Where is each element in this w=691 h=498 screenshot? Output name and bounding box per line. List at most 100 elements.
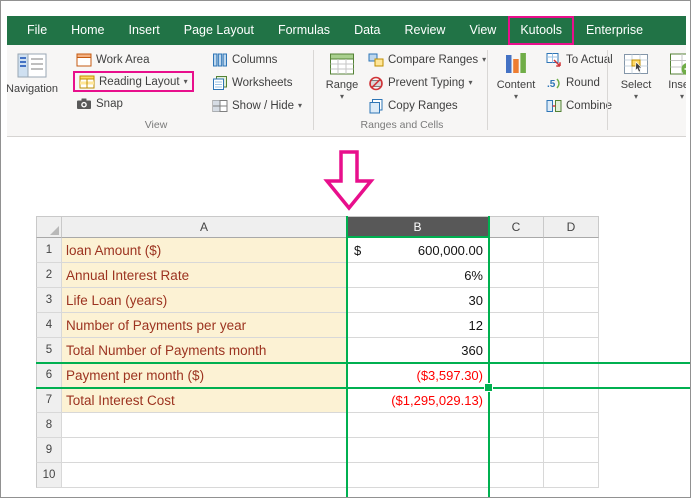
- ribbon-tabs: File Home Insert Page Layout Formulas Data Rev…: [7, 16, 686, 45]
- cell-B1[interactable]: $600,000.00: [347, 238, 489, 263]
- prevent-typing-button[interactable]: Prevent Typing ▾: [365, 71, 489, 94]
- row-header-5[interactable]: 5: [36, 338, 62, 363]
- combine-icon: [546, 98, 562, 114]
- column-header-D[interactable]: D: [544, 216, 599, 238]
- row-header-8[interactable]: 8: [36, 413, 62, 438]
- cell-D6[interactable]: [544, 363, 599, 388]
- cell-A8[interactable]: [62, 413, 347, 438]
- cell-D7[interactable]: [544, 388, 599, 413]
- round-button[interactable]: .5 Round: [543, 71, 616, 94]
- round-icon: .5: [546, 75, 562, 91]
- cell-A4[interactable]: Number of Payments per year: [62, 313, 347, 338]
- round-label: Round: [566, 76, 600, 89]
- range-icon: [329, 51, 355, 77]
- snap-button[interactable]: Snap: [73, 92, 194, 115]
- compare-ranges-button[interactable]: Compare Ranges ▾: [365, 48, 489, 71]
- tab-review[interactable]: Review: [392, 16, 457, 45]
- chevron-down-icon: ▾: [633, 92, 638, 101]
- cell-C1[interactable]: [489, 238, 544, 263]
- select-button[interactable]: Select ▾: [613, 48, 659, 132]
- show-hide-button[interactable]: Show / Hide ▾: [209, 94, 305, 117]
- cell-D4[interactable]: [544, 313, 599, 338]
- group-separator: [487, 50, 488, 130]
- cell-B5[interactable]: 360: [347, 338, 489, 363]
- editing-tools-stack: To Actual .5 Round Combine: [543, 48, 616, 117]
- insert-button[interactable]: Insert ▾: [659, 48, 686, 132]
- cell-C4[interactable]: [489, 313, 544, 338]
- cell-C7[interactable]: [489, 388, 544, 413]
- column-header-C[interactable]: C: [489, 216, 544, 238]
- cell-A9[interactable]: [62, 438, 347, 463]
- tab-home[interactable]: Home: [59, 16, 116, 45]
- chevron-down-icon: ▾: [298, 100, 303, 110]
- column-header-B[interactable]: B: [347, 216, 489, 238]
- tab-insert[interactable]: Insert: [117, 16, 172, 45]
- cell-B8[interactable]: [347, 413, 489, 438]
- to-actual-button[interactable]: To Actual: [543, 48, 616, 71]
- reading-layout-button[interactable]: Reading Layout ▾: [73, 71, 194, 92]
- cell-B2[interactable]: 6%: [347, 263, 489, 288]
- work-area-button[interactable]: Work Area: [73, 48, 194, 71]
- insert-icon: [669, 51, 686, 77]
- row-header-4[interactable]: 4: [36, 313, 62, 338]
- cell-A7[interactable]: Total Interest Cost: [62, 388, 347, 413]
- cell-D2[interactable]: [544, 263, 599, 288]
- columns-button[interactable]: Columns: [209, 48, 305, 71]
- cell-C8[interactable]: [489, 413, 544, 438]
- cell-D8[interactable]: [544, 413, 599, 438]
- row-header-6[interactable]: 6: [36, 363, 62, 388]
- cell-C2[interactable]: [489, 263, 544, 288]
- down-arrow-annotation: [321, 149, 377, 213]
- tab-page-layout[interactable]: Page Layout: [172, 16, 266, 45]
- cell-B7[interactable]: ($1,295,029.13): [347, 388, 489, 413]
- cell-A2[interactable]: Annual Interest Rate: [62, 263, 347, 288]
- cell-C5[interactable]: [489, 338, 544, 363]
- row-header-9[interactable]: 9: [36, 438, 62, 463]
- cell-B3[interactable]: 30: [347, 288, 489, 313]
- group-separator: [607, 50, 608, 130]
- cell-D1[interactable]: [544, 238, 599, 263]
- cell-B9[interactable]: [347, 438, 489, 463]
- cell-D10[interactable]: [544, 463, 599, 488]
- tab-file[interactable]: File: [15, 16, 59, 45]
- copy-ranges-label: Copy Ranges: [388, 99, 458, 112]
- tab-kutools[interactable]: Kutools: [508, 16, 575, 45]
- combine-button[interactable]: Combine: [543, 94, 616, 117]
- worksheets-button[interactable]: Worksheets: [209, 71, 305, 94]
- row-header-7[interactable]: 7: [36, 388, 62, 413]
- snap-label: Snap: [96, 97, 123, 110]
- select-all-corner[interactable]: [36, 216, 62, 238]
- cell-D3[interactable]: [544, 288, 599, 313]
- cell-A6[interactable]: Payment per month ($): [62, 363, 347, 388]
- tab-enterprise[interactable]: Enterprise: [574, 16, 655, 45]
- cell-B4[interactable]: 12: [347, 313, 489, 338]
- row-header-1[interactable]: 1: [36, 238, 62, 263]
- cell-C9[interactable]: [489, 438, 544, 463]
- range-label: Range: [325, 79, 359, 91]
- tab-data[interactable]: Data: [342, 16, 392, 45]
- cell-A3[interactable]: Life Loan (years): [62, 288, 347, 313]
- cell-A1[interactable]: loan Amount ($): [62, 238, 347, 263]
- cell-A10[interactable]: [62, 463, 347, 488]
- row-header-10[interactable]: 10: [36, 463, 62, 488]
- reading-layout-label: Reading Layout: [99, 75, 180, 88]
- cell-D5[interactable]: [544, 338, 599, 363]
- tab-view[interactable]: View: [457, 16, 508, 45]
- cell-B6[interactable]: ($3,597.30): [347, 363, 489, 388]
- cell-C6[interactable]: [489, 363, 544, 388]
- copy-ranges-button[interactable]: Copy Ranges: [365, 94, 489, 117]
- column-header-A[interactable]: A: [62, 216, 347, 238]
- content-button[interactable]: Content ▾: [493, 48, 539, 132]
- cell-B10[interactable]: [347, 463, 489, 488]
- row-header-2[interactable]: 2: [36, 263, 62, 288]
- row-header-3[interactable]: 3: [36, 288, 62, 313]
- navigation-label: Navigation: [7, 83, 58, 95]
- cell-C10[interactable]: [489, 463, 544, 488]
- to-actual-label: To Actual: [566, 53, 613, 66]
- work-area-label: Work Area: [96, 53, 150, 66]
- cell-D9[interactable]: [544, 438, 599, 463]
- cell-A5[interactable]: Total Number of Payments month: [62, 338, 347, 363]
- chevron-down-icon: ▾: [482, 54, 487, 64]
- tab-formulas[interactable]: Formulas: [266, 16, 342, 45]
- cell-C3[interactable]: [489, 288, 544, 313]
